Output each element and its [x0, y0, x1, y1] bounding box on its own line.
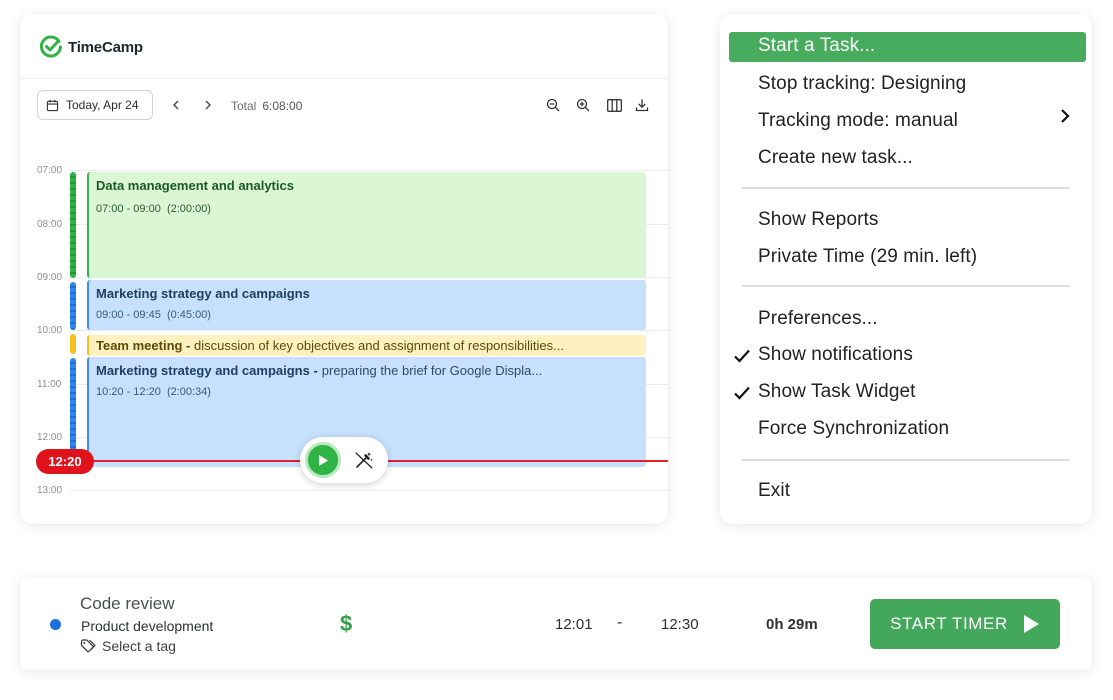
menu-separator [742, 459, 1070, 461]
tracked-bar-blue [70, 282, 76, 330]
columns-icon [606, 98, 622, 112]
event-title: Marketing strategy and campaigns - [96, 363, 318, 378]
check-icon [734, 349, 750, 363]
tracked-bar-green [70, 172, 76, 278]
check-icon [734, 386, 750, 400]
duration: 0h 29m [766, 616, 818, 633]
event-title: Team meeting - [96, 338, 191, 353]
chevron-right-icon [205, 100, 211, 110]
columns-view-button[interactable] [604, 95, 624, 115]
event-time: 10:20 - 12:20 (2:00:34) [96, 386, 211, 398]
total-time: Total 6:08:00 [231, 99, 302, 113]
zoom-out-icon [546, 98, 560, 112]
event-title: Marketing strategy and campaigns [96, 286, 310, 301]
task-name[interactable]: Code review [80, 594, 175, 614]
menu-separator [742, 187, 1070, 189]
tracked-bar-yellow [70, 334, 76, 354]
menu-item-show-task-widget[interactable]: Show Task Widget [758, 381, 916, 403]
menu-item-create-task[interactable]: Create new task... [758, 147, 913, 169]
date-picker-button[interactable]: Today, Apr 24 [37, 90, 153, 120]
total-value: 6:08:00 [262, 99, 303, 113]
zoom-out-button[interactable] [543, 95, 563, 115]
hour-label: 09:00 [37, 272, 63, 283]
tracked-bar-blue [70, 358, 76, 458]
brand-name: TimeCamp [68, 38, 143, 56]
timer-entry-bar: Code review Product development Select a… [20, 577, 1092, 670]
play-icon [1023, 615, 1039, 633]
hour-label: 11:00 [37, 379, 62, 390]
calendar-event[interactable]: Data management and analytics 07:00 - 09… [87, 172, 646, 278]
menu-separator [742, 285, 1070, 287]
chevron-right-icon [1061, 109, 1070, 123]
event-title: Data management and analytics [96, 178, 294, 193]
next-day-button[interactable] [200, 96, 216, 114]
start-timer-button[interactable]: START TIMER [870, 599, 1060, 649]
timecamp-logo: TimeCamp [38, 34, 143, 60]
header-divider [20, 78, 668, 79]
menu-item-show-notifications[interactable]: Show notifications [758, 344, 913, 366]
menu-item-exit[interactable]: Exit [758, 480, 790, 502]
total-label: Total [231, 99, 257, 113]
download-icon [635, 99, 649, 112]
hour-label: 08:00 [37, 219, 63, 230]
time-separator: - [617, 614, 623, 631]
zoom-in-button[interactable] [573, 95, 593, 115]
calendar-event[interactable]: Team meeting - discussion of key objecti… [87, 335, 646, 356]
menu-item-tracking-mode[interactable]: Tracking mode: manual [758, 110, 958, 132]
quick-timer-control [300, 437, 388, 483]
project-color-dot [50, 619, 61, 630]
hour-gridline [70, 330, 668, 331]
menu-item-show-reports[interactable]: Show Reports [758, 209, 879, 231]
end-time[interactable]: 12:30 [661, 616, 699, 633]
calendar-icon [46, 99, 59, 111]
chevron-left-icon [173, 100, 179, 110]
start-timer-label: START TIMER [890, 614, 1008, 633]
timecamp-logo-icon [39, 35, 62, 58]
play-icon [319, 454, 328, 466]
hour-gridline [70, 490, 668, 491]
event-time: 09:00 - 09:45 (0:45:00) [96, 309, 211, 321]
calendar-panel: TimeCamp Today, Apr 24 Total 6:08:00 07:… [20, 14, 668, 524]
menu-item-preferences[interactable]: Preferences... [758, 308, 878, 330]
hour-gridline [70, 170, 668, 171]
download-button[interactable] [632, 95, 652, 115]
magic-wand-icon[interactable] [354, 450, 374, 470]
tag-icon [80, 639, 96, 653]
project-name[interactable]: Product development [81, 618, 213, 634]
current-time-badge: 12:20 [36, 449, 94, 474]
menu-item-private-time[interactable]: Private Time (29 min. left) [758, 246, 977, 268]
hour-label: 07:00 [37, 165, 63, 176]
event-note: discussion of key objectives and assignm… [194, 338, 564, 353]
menu-item-stop-tracking[interactable]: Stop tracking: Designing [758, 73, 966, 95]
tag-selector[interactable]: Select a tag [80, 638, 176, 654]
start-time[interactable]: 12:01 [555, 616, 593, 633]
event-note: preparing the brief for Google Displa... [321, 363, 543, 378]
menu-item-label: Start a Task... [758, 35, 876, 56]
prev-day-button[interactable] [168, 96, 184, 114]
date-label: Today, Apr 24 [66, 98, 139, 112]
hour-label: 12:00 [37, 432, 63, 443]
calendar-event[interactable]: Marketing strategy and campaigns 09:00 -… [87, 280, 646, 330]
menu-item-force-sync[interactable]: Force Synchronization [758, 418, 949, 440]
menu-item-start-task[interactable]: Start a Task... [729, 32, 1086, 62]
zoom-in-icon [576, 98, 590, 112]
hour-label: 13:00 [37, 485, 63, 496]
tag-placeholder: Select a tag [102, 638, 176, 654]
billable-toggle[interactable]: $ [340, 611, 352, 637]
event-time: 07:00 - 09:00 (2:00:00) [96, 203, 211, 215]
play-button[interactable] [305, 442, 341, 478]
tray-context-menu: Start a Task... Stop tracking: Designing… [720, 14, 1092, 524]
hour-label: 10:00 [37, 325, 63, 336]
